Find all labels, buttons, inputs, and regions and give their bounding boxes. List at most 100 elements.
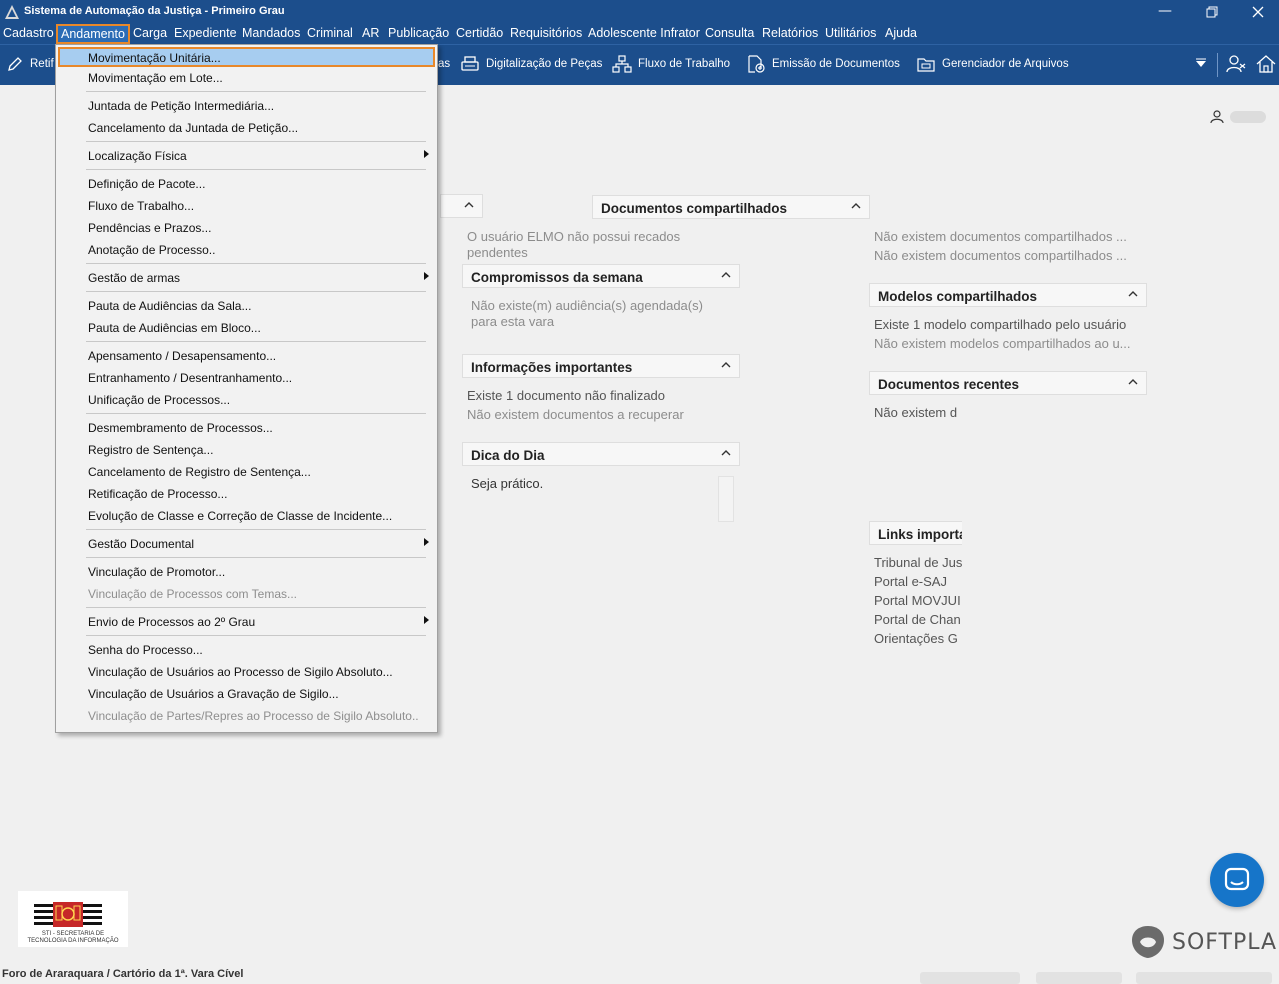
- links-title: Links importa: [878, 527, 962, 542]
- menu-cadastro[interactable]: Cadastro: [3, 26, 54, 40]
- menu-item-definicao-pacote[interactable]: Definição de Pacote...: [58, 173, 435, 193]
- menu-item-gestao-armas[interactable]: Gestão de armas: [58, 267, 435, 287]
- modelos-line2[interactable]: Não existem modelos compartilhados ao u.…: [874, 336, 1131, 351]
- menu-relatorios[interactable]: Relatórios: [762, 26, 818, 40]
- username-redacted: [1230, 111, 1266, 123]
- modelos-title: Modelos compartilhados: [878, 289, 1038, 304]
- compartilhados-panel-header[interactable]: Documentos compartilhados: [592, 195, 870, 219]
- dica-scrollbar[interactable]: [718, 476, 734, 522]
- home-button[interactable]: [1255, 53, 1279, 75]
- menu-publicacao[interactable]: Publicação: [388, 26, 449, 40]
- submenu-arrow-icon: [424, 150, 429, 158]
- menu-item-unificacao[interactable]: Unificação de Processos...: [58, 389, 435, 409]
- link-portal-chan[interactable]: Portal de Chan: [874, 612, 962, 627]
- retificacao-label: Retif: [30, 58, 54, 70]
- user-info[interactable]: [1210, 108, 1266, 126]
- menu-item-localizacao-fisica[interactable]: Localização Física: [58, 145, 435, 165]
- menu-ar[interactable]: AR: [362, 26, 379, 40]
- menu-item-pendencias-prazos[interactable]: Pendências e Prazos...: [58, 217, 435, 237]
- menu-item-desmembramento[interactable]: Desmembramento de Processos...: [58, 417, 435, 437]
- emissao-documentos-button[interactable]: Emissão de Documentos: [746, 53, 900, 75]
- menu-item-pauta-bloco[interactable]: Pauta de Audiências em Bloco...: [58, 317, 435, 337]
- menu-item-senha-processo[interactable]: Senha do Processo...: [58, 639, 435, 659]
- link-portal-movjui[interactable]: Portal MOVJUI: [874, 593, 962, 608]
- menu-item-label: Localização Física: [88, 149, 187, 163]
- menu-expediente[interactable]: Expediente: [174, 26, 237, 40]
- menu-mandados[interactable]: Mandados: [242, 26, 300, 40]
- menu-item-cancelamento-juntada[interactable]: Cancelamento da Juntada de Petição...: [58, 117, 435, 137]
- menu-certidao[interactable]: Certidão: [456, 26, 503, 40]
- compromissos-panel-header[interactable]: Compromissos da semana: [462, 264, 740, 288]
- menu-item-vinculacao-promotor[interactable]: Vinculação de Promotor...: [58, 561, 435, 581]
- dica-panel-header[interactable]: Dica do Dia: [462, 442, 740, 466]
- menu-item-anotacao-processo[interactable]: Anotação de Processo..: [58, 239, 435, 259]
- users-button[interactable]: [1225, 53, 1253, 75]
- menu-adolescente-infrator[interactable]: Adolescente Infrator: [588, 26, 700, 40]
- menu-item-movimentacao-lote[interactable]: Movimentação em Lote...: [58, 67, 435, 87]
- minimize-button[interactable]: —: [1142, 0, 1188, 24]
- status-location: Foro de Araraquara / Cartório da 1ª. Var…: [2, 968, 244, 980]
- menu-item-gestao-documental[interactable]: Gestão Documental: [58, 533, 435, 553]
- menu-criminal[interactable]: Criminal: [307, 26, 353, 40]
- toolbar-hidden-label: as: [438, 58, 451, 70]
- menu-ajuda[interactable]: Ajuda: [885, 26, 917, 40]
- chat-button[interactable]: [1210, 853, 1264, 907]
- link-portal-esaj[interactable]: Portal e-SAJ: [874, 574, 962, 589]
- gerenciador-arquivos-button[interactable]: Gerenciador de Arquivos: [916, 53, 1069, 75]
- modelos-panel-header[interactable]: Modelos compartilhados: [869, 283, 1147, 307]
- gerenciador-arquivos-label: Gerenciador de Arquivos: [942, 58, 1069, 70]
- menu-item-movimentacao-unitaria[interactable]: Movimentação Unitária...: [58, 47, 435, 67]
- sti-logo: STI - SECRETARIA DE TECNOLOGIA DA INFORM…: [18, 891, 128, 947]
- workflow-icon: [612, 55, 632, 73]
- restore-icon: [1206, 6, 1218, 18]
- digitalizacao-button[interactable]: Digitalização de Peças: [460, 53, 602, 75]
- menu-item-pauta-sala[interactable]: Pauta de Audiências da Sala...: [58, 295, 435, 315]
- chevron-up-icon: [851, 203, 861, 209]
- link-orientacoes[interactable]: Orientações G: [874, 631, 962, 646]
- menu-item-registro-sentenca[interactable]: Registro de Sentença...: [58, 439, 435, 459]
- modelos-line1[interactable]: Existe 1 modelo compartilhado pelo usuár…: [874, 317, 1126, 332]
- chevron-up-icon: [1128, 379, 1138, 385]
- maximize-button[interactable]: [1189, 0, 1235, 24]
- retificacao-button[interactable]: Retif: [6, 53, 54, 75]
- menu-utilitarios[interactable]: Utilitários: [825, 26, 876, 40]
- close-button[interactable]: [1235, 0, 1279, 24]
- user-icon: [1210, 110, 1224, 124]
- chevron-down-icon: [1196, 58, 1206, 67]
- menu-item-vinculacao-gravacao-sigilo[interactable]: Vinculação de Usuários a Gravação de Sig…: [58, 683, 435, 703]
- menu-item-cancelamento-registro-sentenca[interactable]: Cancelamento de Registro de Sentença...: [58, 461, 435, 481]
- menu-item-apensamento[interactable]: Apensamento / Desapensamento...: [58, 345, 435, 365]
- toolbar-dropdown-button[interactable]: [1195, 53, 1213, 75]
- menu-item-label: Envio de Processos ao 2º Grau: [88, 615, 256, 629]
- menu-item-juntada-peticao[interactable]: Juntada de Petição Intermediária...: [58, 95, 435, 115]
- menu-separator: [86, 557, 426, 558]
- menu-consulta[interactable]: Consulta: [705, 26, 754, 40]
- recados-panel-header[interactable]: [440, 194, 483, 218]
- menu-carga[interactable]: Carga: [133, 26, 167, 40]
- menu-andamento[interactable]: Andamento: [56, 24, 130, 44]
- close-icon: [1252, 6, 1264, 18]
- document-add-icon: [748, 55, 765, 73]
- fluxo-trabalho-button[interactable]: Fluxo de Trabalho: [612, 53, 730, 75]
- informacoes-line1[interactable]: Existe 1 documento não finalizado: [467, 388, 665, 403]
- menu-item-evolucao-classe[interactable]: Evolução de Classe e Correção de Classe …: [58, 505, 435, 525]
- compromissos-line1: Não existe(m) audiência(s) agendada(s): [471, 298, 703, 313]
- informacoes-panel-header[interactable]: Informações importantes: [462, 354, 740, 378]
- menu-separator: [86, 91, 426, 92]
- softplan-shield-icon: [1132, 926, 1164, 958]
- menu-item-vinculacao-usuarios-sigilo[interactable]: Vinculação de Usuários ao Processo de Si…: [58, 661, 435, 681]
- dica-title: Dica do Dia: [471, 448, 545, 463]
- menu-requisitorios[interactable]: Requisitórios: [510, 26, 582, 40]
- menu-item-retificacao-processo[interactable]: Retificação de Processo...: [58, 483, 435, 503]
- users-icon: [1226, 55, 1246, 73]
- menu-item-entranhamento[interactable]: Entranhamento / Desentranhamento...: [58, 367, 435, 387]
- link-tribunal[interactable]: Tribunal de Jus: [874, 555, 962, 570]
- toolbar-hidden-item[interactable]: as: [438, 53, 450, 75]
- menu-bar: Cadastro Andamento Carga Expediente Mand…: [0, 24, 1279, 44]
- compartilhados-line2[interactable]: Não existem documentos compartilhados ..…: [874, 248, 1127, 263]
- menu-item-fluxo-trabalho[interactable]: Fluxo de Trabalho...: [58, 195, 435, 215]
- links-panel-header[interactable]: Links importa: [869, 521, 962, 545]
- menu-item-envio-2-grau[interactable]: Envio de Processos ao 2º Grau: [58, 611, 435, 631]
- compartilhados-line1[interactable]: Não existem documentos compartilhados ..…: [874, 229, 1127, 244]
- recentes-panel-header[interactable]: Documentos recentes: [869, 371, 1147, 395]
